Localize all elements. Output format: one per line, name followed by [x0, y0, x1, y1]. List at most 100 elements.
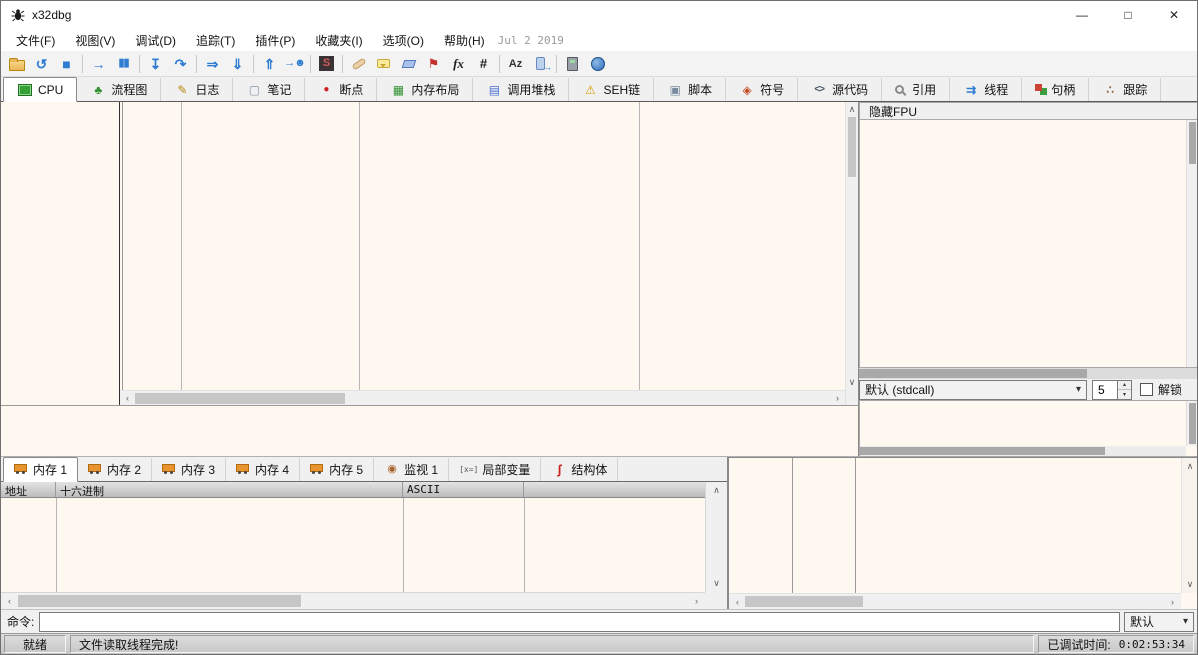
- stack-panel[interactable]: ∧ ∨ ‹ ›: [728, 457, 1198, 609]
- functions-button[interactable]: fx: [446, 52, 471, 76]
- tab-references[interactable]: 引用: [882, 78, 950, 101]
- registers-view[interactable]: [859, 120, 1198, 368]
- tab-threads[interactable]: ⇉线程: [950, 78, 1022, 101]
- menu-bar: 文件(F) 视图(V) 调试(D) 追踪(T) 插件(P) 收藏夹(I) 选项(…: [1, 29, 1197, 51]
- menu-trace[interactable]: 追踪(T): [186, 30, 245, 51]
- spinner-up-icon[interactable]: [1118, 381, 1131, 391]
- sidebar-divider: [122, 102, 123, 405]
- tab-dump-5[interactable]: 内存 5: [300, 458, 374, 481]
- stack-hscrollbar[interactable]: ‹ ›: [729, 593, 1181, 609]
- registers-panel: 隐藏FPU 默认 (stdcall) 5 解锁: [859, 102, 1198, 457]
- maximize-button[interactable]: □: [1105, 1, 1151, 29]
- tab-graph[interactable]: ♣流程图: [77, 78, 161, 101]
- close-process-button[interactable]: ■: [54, 52, 79, 76]
- arguments-view[interactable]: [859, 400, 1198, 457]
- column-header-ascii: ASCII: [403, 482, 524, 497]
- tab-trace[interactable]: ∴跟踪: [1089, 78, 1161, 101]
- registers-vscrollbar[interactable]: [1186, 120, 1198, 367]
- tab-breakpoints[interactable]: ●断点: [305, 78, 377, 101]
- window-title: x32dbg: [32, 8, 71, 22]
- run-to-cursor-button[interactable]: ⇒: [200, 52, 225, 76]
- spinner-down-icon[interactable]: [1118, 390, 1131, 399]
- bug-icon: [10, 7, 26, 23]
- attach-button[interactable]: [528, 52, 553, 76]
- open-file-button[interactable]: [4, 52, 29, 76]
- disassembly-vscrollbar[interactable]: ∧ ∨: [845, 102, 858, 405]
- dump-vscrollbar[interactable]: ∧ ∨: [705, 482, 727, 592]
- command-mode-select[interactable]: 默认: [1124, 612, 1194, 632]
- pause-button[interactable]: ▮▮: [111, 52, 136, 76]
- tab-call-stack[interactable]: ▤调用堆栈: [473, 78, 569, 101]
- tab-label: 内存 5: [329, 461, 363, 478]
- argument-count-spinner[interactable]: 5: [1092, 380, 1132, 400]
- tab-label: 句柄: [1051, 81, 1075, 98]
- title-bar[interactable]: x32dbg — □ ✕: [1, 1, 1197, 29]
- source-code-icon: <>: [811, 85, 827, 95]
- step-into-icon: ↧: [150, 57, 162, 71]
- run-to-user-code-button[interactable]: →☻: [282, 52, 307, 76]
- unlock-checkbox[interactable]: [1140, 383, 1153, 396]
- script-button[interactable]: S: [314, 52, 339, 76]
- tab-struct[interactable]: ʃ结构体: [541, 458, 618, 481]
- close-button[interactable]: ✕: [1151, 1, 1197, 29]
- debug-time: 已调试时间: 0:02:53:34: [1038, 635, 1194, 653]
- tab-dump-2[interactable]: 内存 2: [78, 458, 152, 481]
- step-over-button[interactable]: ↷: [168, 52, 193, 76]
- trace-record-button[interactable]: #: [471, 52, 496, 76]
- label-tag-icon: [401, 60, 416, 68]
- column-divider: [855, 458, 856, 593]
- dump-hscrollbar[interactable]: ‹ ›: [1, 592, 705, 609]
- column-divider: [359, 102, 360, 390]
- registers-hscrollbar[interactable]: [859, 368, 1198, 379]
- tab-notes[interactable]: ▢笔记: [233, 78, 305, 101]
- menu-file[interactable]: 文件(F): [6, 30, 65, 51]
- step-into-source-button[interactable]: ⇓: [225, 52, 250, 76]
- menu-plugins[interactable]: 插件(P): [245, 30, 305, 51]
- appearance-font-button[interactable]: Az: [503, 52, 528, 76]
- comments-button[interactable]: [371, 52, 396, 76]
- execute-till-return-button[interactable]: ⇑: [257, 52, 282, 76]
- arguments-vscrollbar[interactable]: [1186, 401, 1198, 446]
- step-into-button[interactable]: ↧: [143, 52, 168, 76]
- disassembly-hscrollbar[interactable]: ‹ ›: [120, 390, 845, 405]
- dump-table[interactable]: 地址 十六进制 ASCII: [1, 482, 705, 592]
- menu-options[interactable]: 选项(O): [373, 30, 434, 51]
- debug-time-label: 已调试时间:: [1047, 636, 1110, 653]
- run-button[interactable]: →: [86, 52, 111, 76]
- tab-cpu[interactable]: CPU: [3, 77, 77, 102]
- patches-button[interactable]: [346, 52, 371, 76]
- hide-fpu-button[interactable]: 隐藏FPU: [859, 102, 1198, 120]
- tab-locals[interactable]: [x=]局部变量: [449, 458, 541, 481]
- tab-watch-1[interactable]: ◉监视 1: [374, 458, 449, 481]
- tab-symbols[interactable]: ◈符号: [726, 78, 798, 101]
- menu-help[interactable]: 帮助(H): [434, 30, 495, 51]
- tab-handles[interactable]: 句柄: [1022, 78, 1089, 101]
- toolbar-separator: [342, 55, 343, 73]
- tab-seh[interactable]: ⚠SEH链: [569, 78, 654, 101]
- arguments-hscrollbar[interactable]: [860, 446, 1186, 456]
- tab-dump-4[interactable]: 内存 4: [226, 458, 300, 481]
- disassembly-view[interactable]: ∧ ∨ ‹ ›: [1, 102, 859, 405]
- language-button[interactable]: [585, 52, 610, 76]
- tab-dump-3[interactable]: 内存 3: [152, 458, 226, 481]
- calculator-icon: [567, 57, 578, 71]
- fast-run-arrow-icon: ⇒: [207, 57, 219, 71]
- restart-arrow-icon: ↺: [36, 57, 48, 71]
- tab-source[interactable]: <>源代码: [798, 78, 882, 101]
- command-input[interactable]: [39, 612, 1120, 632]
- info-box[interactable]: [1, 405, 859, 457]
- calling-convention-select[interactable]: 默认 (stdcall): [859, 380, 1087, 400]
- labels-button[interactable]: [396, 52, 421, 76]
- tab-log[interactable]: ✎日志: [161, 78, 233, 101]
- menu-view[interactable]: 视图(V): [65, 30, 125, 51]
- tab-memory-map[interactable]: ▦内存布局: [377, 78, 473, 101]
- tab-dump-1[interactable]: 内存 1: [3, 457, 78, 482]
- stack-vscrollbar[interactable]: ∧ ∨: [1181, 458, 1198, 593]
- menu-favourites[interactable]: 收藏夹(I): [305, 30, 372, 51]
- bookmarks-button[interactable]: ⚑: [421, 52, 446, 76]
- menu-debug[interactable]: 调试(D): [125, 30, 186, 51]
- calculator-button[interactable]: [560, 52, 585, 76]
- minimize-button[interactable]: —: [1059, 1, 1105, 29]
- restart-button[interactable]: ↺: [29, 52, 54, 76]
- tab-script[interactable]: ▣脚本: [654, 78, 726, 101]
